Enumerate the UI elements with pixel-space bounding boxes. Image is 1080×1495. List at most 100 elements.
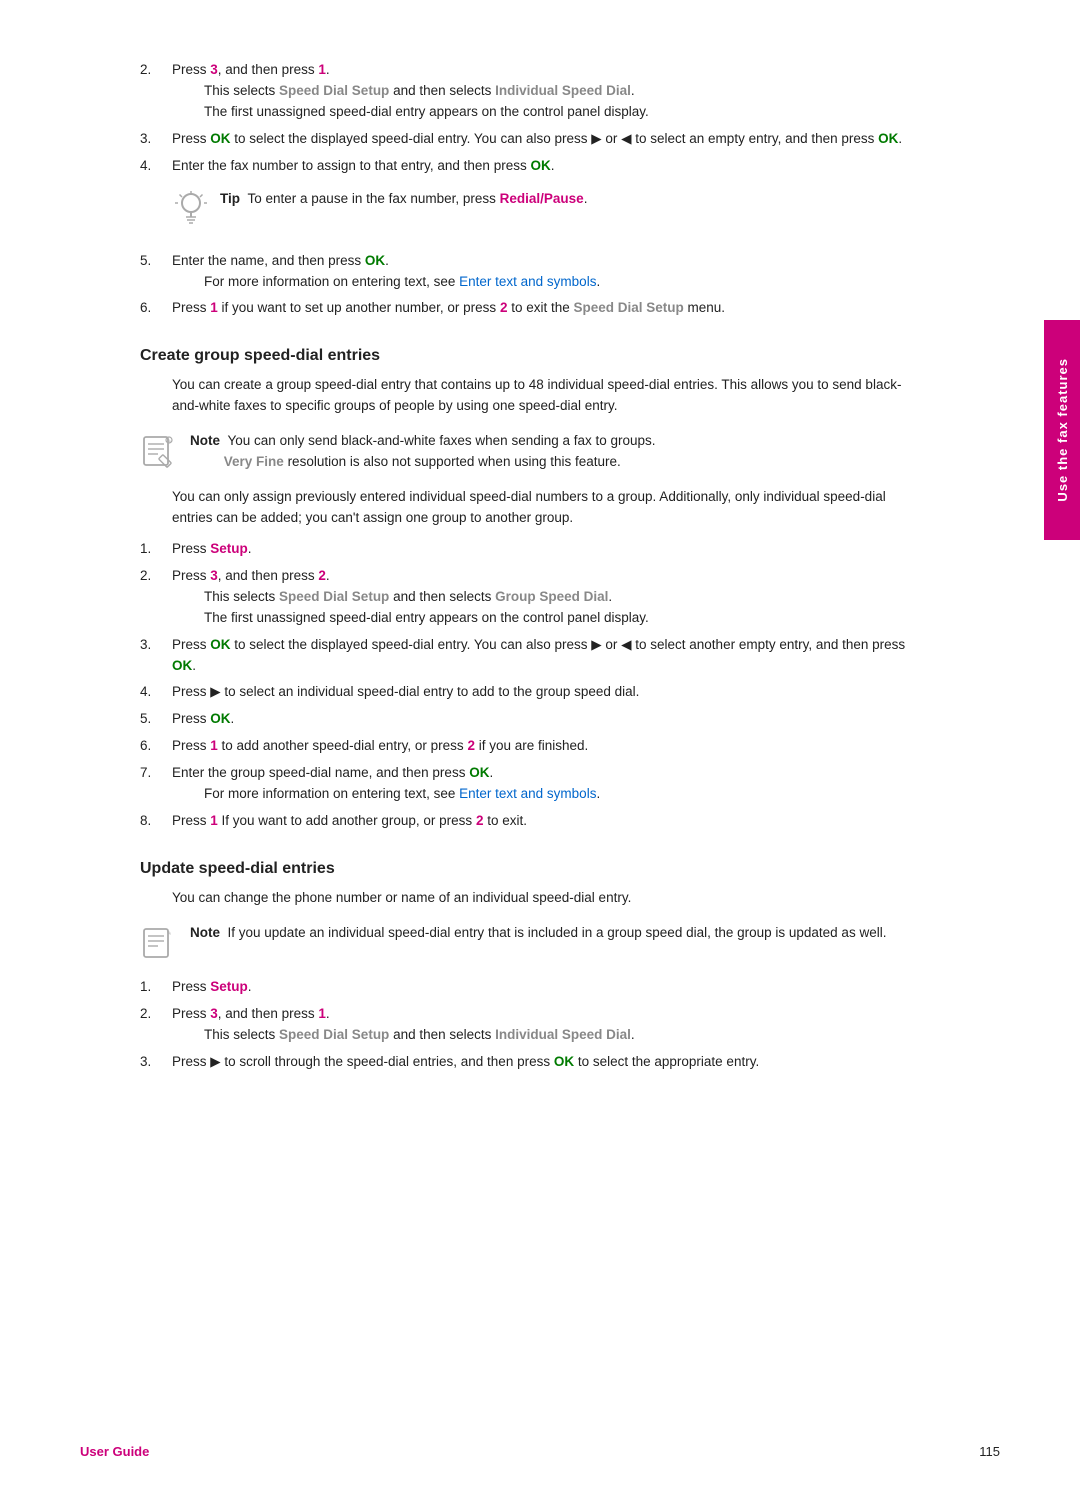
lightbulb-icon <box>172 189 210 233</box>
section1-note-box: ✎ Note You can only send black-and-white… <box>140 431 920 473</box>
step-num: 2. <box>140 566 172 629</box>
step-num: 3. <box>140 635 172 677</box>
key-ok3: OK <box>530 158 550 173</box>
step-num: 1. <box>140 539 172 560</box>
key-3b: 3 <box>210 1006 218 1021</box>
enter-text-link2[interactable]: Enter text and symbols <box>459 786 596 801</box>
note-label2: Note <box>190 925 220 940</box>
note-pencil-icon: ✎ <box>140 433 178 471</box>
section2-heading: Update speed-dial entries <box>140 860 920 878</box>
page: Use the fax features 2. Press 3, and the… <box>0 0 1080 1495</box>
list-item: 5. Press OK. <box>140 709 920 730</box>
setup-ref: Setup <box>210 541 248 556</box>
svg-text:✎: ✎ <box>167 930 172 937</box>
key-2: 2 <box>500 300 508 315</box>
section1-note-text: Note You can only send black-and-white f… <box>190 431 920 473</box>
step-text: Enter the name, and then press OK. For m… <box>172 251 920 293</box>
side-tab: Use the fax features <box>1044 320 1080 540</box>
tip-box: Tip To enter a pause in the fax number, … <box>172 189 920 233</box>
step-text: Press Setup. <box>172 539 920 560</box>
step-text: Enter the group speed-dial name, and the… <box>172 763 920 805</box>
svg-text:✎: ✎ <box>167 438 172 445</box>
step-num: 6. <box>140 736 172 757</box>
key-1: 1 <box>210 738 218 753</box>
list-item: 2. Press 3, and then press 1. This selec… <box>140 60 920 123</box>
list-item: 1. Press Setup. <box>140 539 920 560</box>
list-item: 2. Press 3, and then press 2. This selec… <box>140 566 920 629</box>
key-ok: OK <box>365 253 385 268</box>
step-text: Press OK to select the displayed speed-d… <box>172 129 920 150</box>
list-item: 6. Press 1 if you want to set up another… <box>140 298 920 319</box>
step-text: Enter the fax number to assign to that e… <box>172 156 920 177</box>
setup-ref2: Setup <box>210 979 248 994</box>
step-num: 2. <box>140 1004 172 1046</box>
step-text: Press 3, and then press 2. This selects … <box>172 566 920 629</box>
individual-speed-dial-ref2: Individual Speed Dial <box>495 1027 631 1042</box>
step-text: Press OK to select the displayed speed-d… <box>172 635 920 677</box>
key-ok5: OK <box>554 1054 574 1069</box>
step-text: Press 3, and then press 1. This selects … <box>172 60 920 123</box>
step-num: 5. <box>140 709 172 730</box>
key-ok2: OK <box>878 131 898 146</box>
footer: User Guide 115 <box>0 1444 1080 1459</box>
step-text: Press 3, and then press 1. This selects … <box>172 1004 920 1046</box>
step-text: Press ▶ to select an individual speed-di… <box>172 682 920 703</box>
list-item: 3. Press ▶ to scroll through the speed-d… <box>140 1052 920 1073</box>
section1-intro: You can create a group speed-dial entry … <box>172 375 920 417</box>
step-text: Press ▶ to scroll through the speed-dial… <box>172 1052 920 1073</box>
footer-right: 115 <box>979 1444 1000 1459</box>
key-2: 2 <box>476 813 484 828</box>
list-item: 8. Press 1 If you want to add another gr… <box>140 811 920 832</box>
list-item: 6. Press 1 to add another speed-dial ent… <box>140 736 920 757</box>
list-item: 2. Press 3, and then press 1. This selec… <box>140 1004 920 1046</box>
key-3: 3 <box>210 568 218 583</box>
section2-note-text: Note If you update an individual speed-d… <box>190 923 920 944</box>
key-1b: 1 <box>318 1006 326 1021</box>
step-num: 4. <box>140 156 172 177</box>
step-num: 8. <box>140 811 172 832</box>
key-2: 2 <box>467 738 475 753</box>
tip-icon <box>172 189 210 233</box>
enter-text-link[interactable]: Enter text and symbols <box>459 274 596 289</box>
step-text: Press OK. <box>172 709 920 730</box>
footer-left: User Guide <box>80 1444 149 1459</box>
step-text: Press 1 to add another speed-dial entry,… <box>172 736 920 757</box>
tip-text: Tip To enter a pause in the fax number, … <box>220 189 920 210</box>
content-area: 2. Press 3, and then press 1. This selec… <box>140 60 920 1073</box>
tip-label: Tip <box>220 191 240 206</box>
section1-heading: Create group speed-dial entries <box>140 347 920 365</box>
section2-note-box: ✎ Note If you update an individual speed… <box>140 923 920 963</box>
step-num: 3. <box>140 1052 172 1073</box>
step-text: Press Setup. <box>172 977 920 998</box>
speed-dial-setup-ref3: Speed Dial Setup <box>279 589 389 604</box>
list-item: 3. Press OK to select the displayed spee… <box>140 129 920 150</box>
key-ok4: OK <box>469 765 489 780</box>
intro-steps-list2: 5. Enter the name, and then press OK. Fo… <box>140 251 920 320</box>
step-num: 4. <box>140 682 172 703</box>
note-label: Note <box>190 433 220 448</box>
step-text: Press 1 if you want to set up another nu… <box>172 298 920 319</box>
group-speed-dial-ref: Group Speed Dial <box>495 589 608 604</box>
key-ok2: OK <box>172 658 192 673</box>
section2-intro: You can change the phone number or name … <box>172 888 920 909</box>
key-3: 3 <box>210 62 218 77</box>
speed-dial-setup-ref2: Speed Dial Setup <box>574 300 684 315</box>
step-num: 7. <box>140 763 172 805</box>
step-num: 3. <box>140 129 172 150</box>
speed-dial-setup-ref: Speed Dial Setup <box>279 83 389 98</box>
list-item: 5. Enter the name, and then press OK. Fo… <box>140 251 920 293</box>
key-2: 2 <box>318 568 326 583</box>
step-num: 5. <box>140 251 172 293</box>
key-1: 1 <box>210 813 218 828</box>
list-item: 4. Press ▶ to select an individual speed… <box>140 682 920 703</box>
speed-dial-setup-ref4: Speed Dial Setup <box>279 1027 389 1042</box>
very-fine-ref: Very Fine <box>224 454 284 469</box>
note-icon: ✎ <box>140 433 178 471</box>
list-item: 1. Press Setup. <box>140 977 920 998</box>
section2-steps-list: 1. Press Setup. 2. Press 3, and then pre… <box>140 977 920 1073</box>
list-item: 7. Enter the group speed-dial name, and … <box>140 763 920 805</box>
note-pencil-icon2: ✎ <box>140 925 178 963</box>
individual-speed-dial-ref: Individual Speed Dial <box>495 83 631 98</box>
list-item: 4. Enter the fax number to assign to tha… <box>140 156 920 177</box>
intro-steps-list: 2. Press 3, and then press 1. This selec… <box>140 60 920 177</box>
